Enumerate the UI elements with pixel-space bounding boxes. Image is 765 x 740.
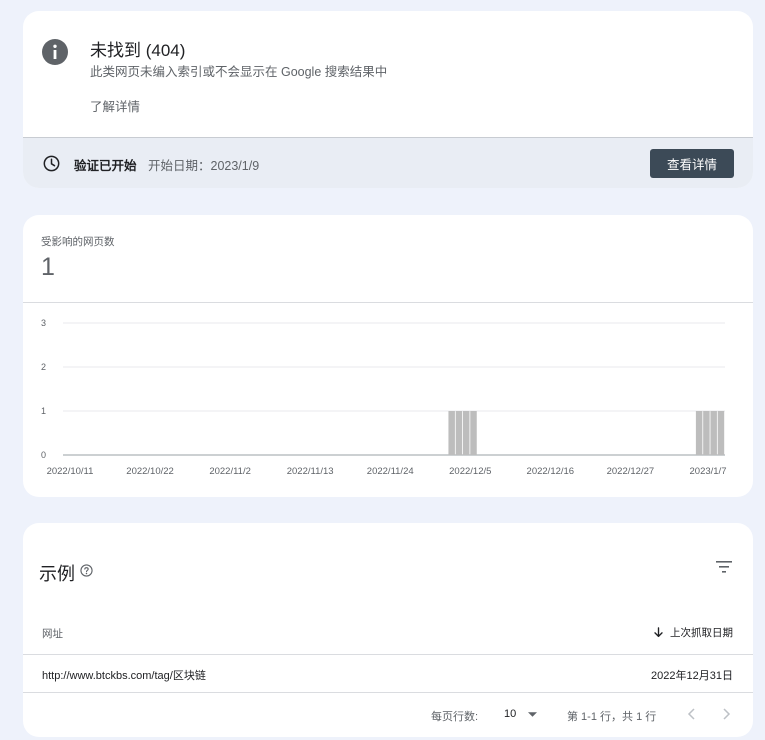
chart-bar[interactable]	[710, 411, 717, 455]
validation-status: 验证已开始	[74, 159, 137, 173]
issue-title: 未找到 (404)	[90, 41, 186, 60]
chart-bar[interactable]	[463, 411, 470, 455]
x-tick-label: 2022/10/22	[126, 466, 174, 477]
affected-pages-chart: 0 1 2 3 2022/10/11 2022/10/22 2022/11/2 2022/1…	[41, 318, 727, 477]
x-tick-label: 2023/1/7	[690, 466, 727, 477]
x-tick-label: 2022/11/24	[367, 466, 414, 477]
chart-card: 受影响的网页数 1 0123 2022/10/11 2022/10/22 2022/…	[23, 215, 753, 497]
chevron-left-icon[interactable]	[686, 707, 698, 721]
caret-down-icon	[528, 711, 538, 717]
table-row-date: 2022年12月31日	[651, 670, 733, 682]
y-tick-label: 1	[41, 406, 46, 416]
x-tick-label: 2022/10/11	[47, 466, 94, 477]
table-row-url[interactable]: http://www.btckbs.com/tag/区块链	[42, 667, 206, 683]
help-icon[interactable]	[80, 564, 93, 577]
page-info: 第 1-1 行，共 1 行	[567, 711, 657, 723]
issue-description: 此类网页未编入索引或不会显示在 Google 搜索结果中	[90, 65, 388, 79]
rows-per-page-label: 每页行数:	[431, 711, 479, 723]
rows-per-page-select[interactable]: 10	[504, 708, 538, 720]
chart-bar[interactable]	[455, 411, 463, 455]
x-tick-label: 2022/11/13	[287, 466, 334, 477]
examples-card: 示例 网址 上次抓取日期 http://www.btckbs.com/tag/区…	[23, 523, 753, 737]
chart-bar[interactable]	[717, 411, 725, 455]
issue-card: 未找到 (404) 此类网页未编入索引或不会显示在 Google 搜索结果中 了…	[23, 11, 753, 188]
examples-title: 示例	[39, 564, 75, 584]
validation-start-date: 开始日期：2023/1/9	[148, 159, 260, 173]
y-tick-label: 0	[41, 450, 46, 460]
x-tick-label: 2022/12/5	[449, 466, 491, 477]
pagination-footer: 每页行数: 10 第 1-1 行，共 1 行	[23, 706, 753, 726]
column-header-last-crawled[interactable]: 上次抓取日期	[653, 625, 733, 640]
column-header-last-crawled-label: 上次抓取日期	[670, 627, 733, 639]
rows-per-page-value: 10	[504, 708, 517, 720]
chart-bar[interactable]	[448, 411, 455, 455]
info-icon	[42, 39, 68, 65]
y-tick-label: 3	[41, 318, 46, 328]
clock-icon	[43, 155, 60, 172]
chart-bar[interactable]	[695, 411, 703, 455]
learn-more-link[interactable]: 了解详情	[90, 96, 140, 115]
chart-bar[interactable]	[470, 411, 477, 455]
x-tick-label: 2022/11/2	[209, 466, 251, 477]
arrow-down-icon	[654, 627, 663, 638]
view-details-button[interactable]: 查看详情	[650, 149, 734, 178]
table-divider	[23, 654, 753, 655]
filter-icon[interactable]	[716, 560, 732, 574]
validation-bar: 验证已开始 开始日期：2023/1/9 查看详情	[23, 137, 753, 188]
x-tick-label: 2022/12/27	[607, 466, 655, 477]
y-tick-label: 2	[41, 362, 46, 372]
x-tick-label: 2022/12/16	[527, 466, 575, 477]
table-divider	[23, 692, 753, 693]
chevron-right-icon[interactable]	[720, 707, 732, 721]
chart-bar[interactable]	[703, 411, 710, 455]
column-header-url[interactable]: 网址	[42, 626, 63, 641]
